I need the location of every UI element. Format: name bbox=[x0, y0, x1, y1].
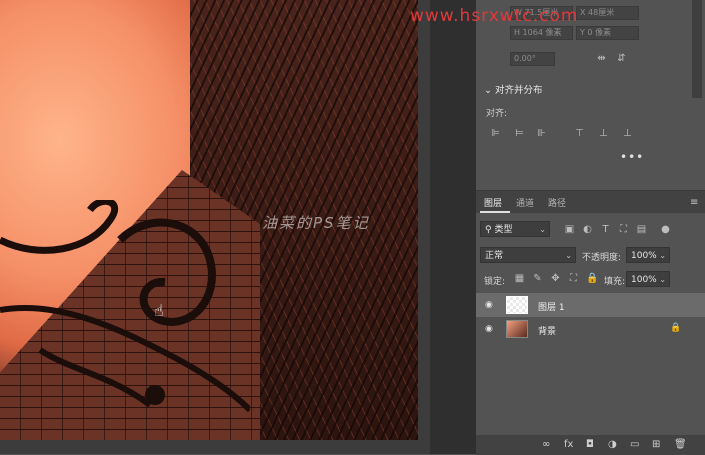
layer-name[interactable]: 图层 1 bbox=[538, 300, 565, 313]
fx-icon[interactable]: fx bbox=[564, 439, 573, 450]
canvas-horizontal-scrollbar[interactable] bbox=[0, 440, 430, 454]
lock-icon: 🔒 bbox=[670, 323, 682, 333]
eye-icon[interactable]: ◉ bbox=[485, 300, 495, 310]
layers-bottom-bar: ∞ fx ◘ ◑ ▭ ⊞ 🗑 bbox=[476, 435, 705, 455]
layers-tabs: 图层 通道 路径 ≡ bbox=[476, 191, 705, 213]
layer-row[interactable]: ◉ 图层 1 bbox=[476, 293, 705, 317]
layer-thumbnail bbox=[506, 320, 528, 338]
align-label: 对齐: bbox=[486, 109, 508, 119]
chevron-down-icon: ⌄ bbox=[484, 85, 495, 96]
filter-toggle-icon[interactable]: ● bbox=[660, 224, 671, 235]
filter-adjustment-icon[interactable]: ◐ bbox=[582, 224, 593, 235]
align-left-icon[interactable]: ⊫ bbox=[490, 128, 501, 139]
chevron-down-icon: ⌄ bbox=[659, 251, 666, 260]
active-tab-indicator bbox=[480, 211, 510, 213]
lock-move-icon[interactable]: ✥ bbox=[550, 273, 561, 284]
lock-transparent-icon[interactable]: ▦ bbox=[514, 273, 525, 284]
filter-kind-select[interactable]: ⚲ 类型 ⌄ bbox=[480, 221, 550, 237]
align-center-v-icon[interactable]: ⊥ bbox=[598, 128, 609, 139]
eye-icon[interactable]: ◉ bbox=[485, 324, 495, 334]
angle-field[interactable]: 0.00° bbox=[510, 52, 555, 66]
add-mask-icon[interactable]: ◘ bbox=[586, 439, 594, 450]
align-top-icon[interactable]: ⊤ bbox=[574, 128, 585, 139]
link-icon[interactable]: ∞ bbox=[542, 439, 550, 450]
canvas-watermark: 油菜的PS笔记 bbox=[262, 214, 370, 232]
document-canvas[interactable]: 油菜的PS笔记 bbox=[0, 0, 430, 440]
layer-thumbnail bbox=[506, 296, 528, 314]
new-group-icon[interactable]: ▭ bbox=[630, 439, 639, 450]
blend-mode-select[interactable]: 正常 ⌄ bbox=[480, 247, 576, 263]
delete-layer-icon[interactable]: 🗑 bbox=[674, 439, 687, 450]
lock-artboard-icon[interactable]: ⛶ bbox=[568, 273, 579, 284]
align-bottom-icon[interactable]: ⊥ bbox=[622, 128, 633, 139]
right-panel: W 71.5厘米 X 48厘米 H 1064 像素 Y 0 像素 0.00° ⇹… bbox=[476, 0, 705, 455]
filter-shape-icon[interactable]: ⛶ bbox=[618, 224, 629, 235]
fill-label: 填充: bbox=[604, 277, 626, 287]
tab-channels[interactable]: 通道 bbox=[516, 196, 534, 209]
filter-pixel-icon[interactable]: ▣ bbox=[564, 224, 575, 235]
chevron-down-icon: ⌄ bbox=[659, 275, 666, 284]
align-distribute-title[interactable]: ⌄ 对齐并分布 bbox=[484, 82, 543, 96]
tab-paths[interactable]: 路径 bbox=[548, 196, 566, 209]
y-field[interactable]: Y 0 像素 bbox=[576, 26, 639, 40]
adjustment-layer-icon[interactable]: ◑ bbox=[608, 439, 617, 450]
panel-menu-icon[interactable]: ≡ bbox=[690, 197, 698, 208]
height-field[interactable]: H 1064 像素 bbox=[510, 26, 573, 40]
panel-gutter bbox=[430, 0, 476, 454]
new-layer-icon[interactable]: ⊞ bbox=[652, 439, 660, 450]
watermark-url: www.hsrxwtc.com bbox=[410, 6, 579, 26]
filter-type-icon[interactable]: T bbox=[600, 224, 611, 235]
opacity-field[interactable]: 100% ⌄ bbox=[626, 247, 670, 263]
hand-cursor-icon: ☝ bbox=[154, 301, 164, 320]
x-field[interactable]: X 48厘米 bbox=[576, 6, 639, 20]
layers-panel: 图层 通道 路径 ≡ ⚲ 类型 ⌄ ▣ ◐ T ⛶ ▤ ● 正常 ⌄ 不透明度: 1… bbox=[476, 190, 705, 455]
layer-row[interactable]: ◉ 背景 🔒 bbox=[476, 317, 705, 341]
lock-all-icon[interactable]: 🔒 bbox=[586, 273, 598, 284]
align-center-h-icon[interactable]: ⊨ bbox=[514, 128, 525, 139]
flip-vertical-icon[interactable]: ⇵ bbox=[616, 53, 627, 64]
more-options-icon[interactable]: ••• bbox=[620, 150, 644, 164]
opacity-label: 不透明度: bbox=[582, 253, 622, 263]
tab-layers[interactable]: 图层 bbox=[484, 196, 502, 209]
chevron-down-icon: ⌄ bbox=[565, 251, 572, 260]
flip-horizontal-icon[interactable]: ⇹ bbox=[596, 53, 607, 64]
canvas-vertical-scrollbar[interactable] bbox=[418, 0, 430, 440]
layer-name[interactable]: 背景 bbox=[538, 324, 556, 337]
lock-brush-icon[interactable]: ✎ bbox=[532, 273, 543, 284]
ironwork-image-region bbox=[0, 200, 250, 413]
lock-label: 锁定: bbox=[484, 277, 506, 287]
align-right-icon[interactable]: ⊪ bbox=[536, 128, 547, 139]
chevron-down-icon: ⌄ bbox=[539, 225, 546, 234]
filter-smart-object-icon[interactable]: ▤ bbox=[636, 224, 647, 235]
fill-field[interactable]: 100% ⌄ bbox=[626, 271, 670, 287]
properties-scrollbar[interactable] bbox=[692, 0, 702, 98]
